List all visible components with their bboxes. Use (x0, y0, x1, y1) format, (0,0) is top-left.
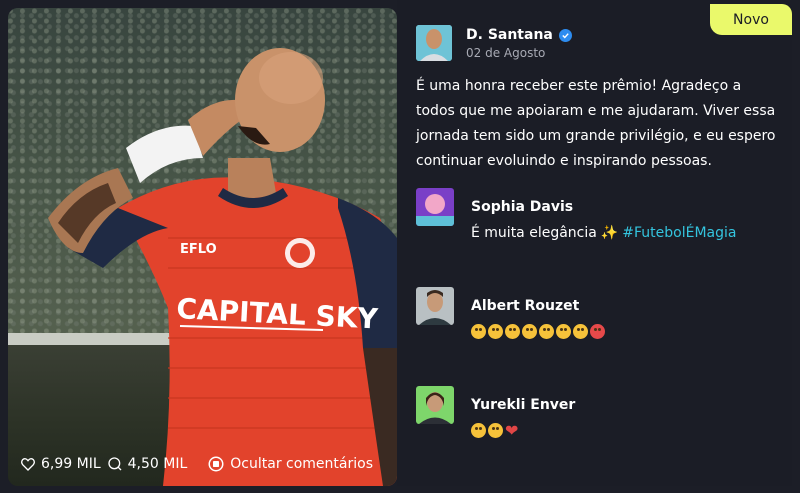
angry-face-icon (590, 324, 605, 339)
commenter-name[interactable]: Sophia Davis (471, 199, 573, 215)
author-avatar-image (416, 25, 452, 61)
hide-comments-button[interactable]: Ocultar comentários (207, 455, 373, 473)
heart-icon (21, 458, 35, 471)
hide-comments-label: Ocultar comentários (230, 456, 373, 472)
beaming-face-icon (488, 423, 503, 438)
crying-face-icon (505, 324, 520, 339)
player-illustration: EFLO CAPITAL SKY (48, 48, 397, 486)
sparkle-emoji-icon: ✨ (600, 225, 619, 241)
commenter-avatar[interactable] (416, 386, 454, 424)
kit-brand-text: EFLO (180, 242, 217, 257)
photo-stats: 6,99 MIL 4,50 MIL Ocultar comentários (20, 454, 373, 474)
commenter-name[interactable]: Yurekli Enver (471, 397, 575, 413)
post-photo[interactable]: EFLO CAPITAL SKY 6,99 MIL 4,50 MIL Ocult… (8, 8, 397, 486)
frowning-face-icon (573, 324, 588, 339)
verified-icon (558, 28, 572, 42)
astonished-face-icon (539, 324, 554, 339)
like-button[interactable]: 6,99 MIL (20, 456, 101, 472)
comment-emojis: ❤ (471, 421, 519, 440)
commenter-avatar-image (416, 386, 454, 424)
screaming-face-icon (556, 324, 571, 339)
comment-icon (107, 457, 122, 471)
post-panel: Novo D. Santana 02 de Agosto É uma honra… (397, 0, 792, 486)
comment-body: É muita elegância (471, 225, 597, 241)
comment-item: Albert Rouzet (416, 287, 776, 347)
hide-comments-icon (208, 456, 224, 472)
author-name: D. Santana (466, 27, 553, 43)
commenter-avatar[interactable] (416, 188, 454, 226)
grinning-face-icon (471, 423, 486, 438)
neutral-face-icon (471, 324, 486, 339)
comment-text: É muita elegância ✨ #FutebolÉMagia (471, 225, 736, 241)
comment-emojis (471, 324, 605, 339)
post-viewer: EFLO CAPITAL SKY 6,99 MIL 4,50 MIL Ocult… (0, 0, 800, 493)
new-badge: Novo (710, 4, 792, 35)
commenter-avatar[interactable] (416, 287, 454, 325)
commenter-avatar-image (416, 287, 454, 325)
comment-item: Yurekli Enver ❤ (416, 386, 776, 446)
likes-count: 6,99 MIL (41, 456, 101, 472)
comment-item: Sophia Davis É muita elegância ✨ #Futebo… (416, 188, 776, 248)
comments-button[interactable]: 4,50 MIL (107, 456, 188, 472)
author-name-row[interactable]: D. Santana (466, 27, 572, 43)
post-text: É uma honra receber este prêmio! Agradeç… (416, 78, 776, 169)
disappointed-face-icon (522, 324, 537, 339)
red-heart-icon: ❤ (505, 421, 519, 440)
commenter-avatar-image (416, 188, 454, 226)
comments-count: 4,50 MIL (127, 456, 188, 472)
commenter-name[interactable]: Albert Rouzet (471, 298, 579, 314)
sad-face-icon (488, 324, 503, 339)
author-avatar[interactable] (416, 25, 452, 61)
post-date: 02 de Agosto (466, 46, 546, 60)
hashtag-link[interactable]: #FutebolÉMagia (622, 225, 736, 241)
